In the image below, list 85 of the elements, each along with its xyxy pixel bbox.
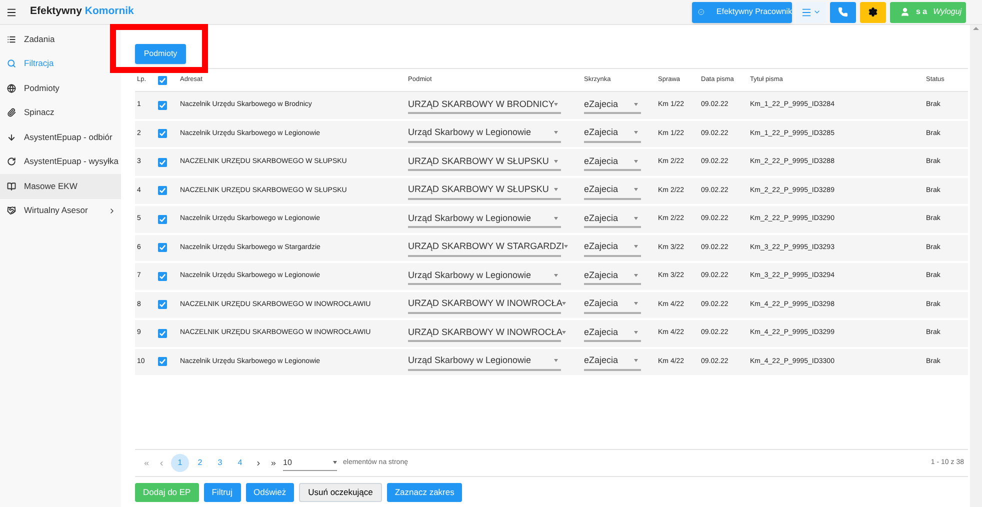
app-title: Efektywny Komornik (30, 4, 134, 20)
scroll-up-icon (973, 27, 979, 30)
skrzynka-select[interactable]: eZajecia (584, 124, 641, 143)
caret-icon (564, 245, 568, 248)
skrzynka-select[interactable]: eZajecia (584, 296, 641, 314)
next-page-icon[interactable] (255, 460, 262, 466)
caret-icon (554, 131, 558, 134)
caret-icon (634, 188, 638, 192)
podmiot-select[interactable]: Urząd Skarbowy w Legionowie (408, 352, 561, 371)
user-icon (900, 7, 910, 17)
podmiot-select[interactable]: Urząd Skarbowy w Legionowie (408, 210, 561, 228)
caret-icon (554, 188, 558, 192)
podmiot-select[interactable]: URZĄD SKARBOWY W BRODNICY (408, 96, 561, 114)
skrzynka-select[interactable]: eZajecia (584, 96, 641, 114)
skrzynka-select[interactable]: eZajecia (584, 238, 641, 257)
podmiot-select[interactable]: URZĄD SKARBOWY W INOWROCŁA (408, 324, 561, 342)
podmiot-select[interactable]: Urząd Skarbowy w Legionowie (408, 267, 561, 286)
action-button[interactable]: Usuń oczekujące (299, 482, 382, 502)
checkbox[interactable] (158, 129, 167, 138)
skrzynka-select[interactable]: eZajecia (584, 153, 641, 172)
checkbox[interactable] (158, 100, 167, 110)
sidebar-item[interactable]: Zadania (0, 27, 121, 52)
caret-icon (634, 160, 638, 163)
refresh-icon (7, 157, 16, 166)
sidebar-item[interactable]: Spinacz (0, 100, 121, 125)
first-page-icon[interactable] (143, 460, 150, 466)
caret-icon (554, 160, 558, 163)
settings-icon (868, 7, 878, 17)
chevron-down-icon (813, 8, 821, 16)
caret-icon (634, 216, 638, 220)
checkbox[interactable] (158, 158, 167, 167)
checkbox[interactable] (158, 214, 167, 224)
list-icon (7, 34, 16, 44)
caret-icon (562, 330, 566, 334)
search-icon (7, 59, 16, 68)
checkbox[interactable] (158, 357, 167, 366)
sidebar-item[interactable]: Wirtualny Asesor (0, 198, 121, 223)
caret-icon (634, 330, 638, 334)
checkbox[interactable] (158, 328, 167, 338)
arrow-down-icon (7, 132, 16, 142)
menu-icon[interactable] (6, 6, 17, 18)
caret-icon (554, 274, 558, 277)
settings-button[interactable] (860, 2, 886, 22)
podmiot-select[interactable]: Urząd Skarbowy w Legionowie (408, 124, 561, 143)
caret-icon (634, 245, 638, 248)
caret-icon (634, 102, 638, 106)
scrollbar[interactable] (970, 25, 982, 507)
skrzynka-select[interactable]: eZajecia (584, 210, 641, 228)
globe-icon (7, 84, 16, 93)
caret-icon (562, 302, 566, 306)
caret-icon (634, 359, 638, 362)
page-size-select[interactable]: 10 (283, 455, 337, 471)
skrzynka-select[interactable]: eZajecia (584, 182, 641, 200)
caret-icon (634, 302, 638, 306)
sidebar-item[interactable]: AsystentEpuap - wysyłka (0, 150, 121, 174)
skrzynka-select[interactable]: eZajecia (584, 352, 641, 371)
check-circle-icon (698, 6, 704, 18)
sidebar-item[interactable]: AsystentEpuap - odbiór (0, 125, 121, 150)
podmiot-select[interactable]: URZĄD SKARBOWY W SŁUPSKU (408, 153, 561, 172)
previous-page-icon[interactable] (158, 460, 165, 466)
sidebar-item[interactable]: Podmioty (0, 76, 121, 100)
podmiot-select[interactable]: URZĄD SKARBOWY W STARGARDZI (408, 238, 561, 257)
menu-dropdown-button[interactable] (796, 2, 826, 22)
caret-icon (634, 131, 638, 134)
book-icon (7, 182, 16, 191)
caret-icon (554, 359, 558, 362)
checkbox[interactable] (158, 76, 167, 84)
checkbox[interactable] (158, 243, 167, 252)
handshake-icon (7, 206, 16, 216)
paperclip-icon (7, 108, 16, 118)
podmiot-select[interactable]: URZĄD SKARBOWY W SŁUPSKU (408, 182, 561, 200)
podmiot-select[interactable]: URZĄD SKARBOWY W INOWROCŁA (408, 296, 561, 314)
phone-icon (838, 7, 848, 17)
caret-icon (634, 274, 638, 277)
checkbox[interactable] (158, 272, 167, 281)
caret-icon (333, 461, 337, 464)
last-page-icon[interactable] (270, 460, 277, 466)
caret-icon (554, 102, 558, 106)
menu-icon (801, 6, 812, 18)
checkbox[interactable] (158, 300, 167, 310)
skrzynka-select[interactable]: eZajecia (584, 267, 641, 286)
sidebar-item[interactable]: Masowe EKW (0, 174, 121, 198)
skrzynka-select[interactable]: eZajecia (584, 324, 641, 342)
caret-icon (554, 216, 558, 220)
checkbox[interactable] (158, 186, 167, 196)
